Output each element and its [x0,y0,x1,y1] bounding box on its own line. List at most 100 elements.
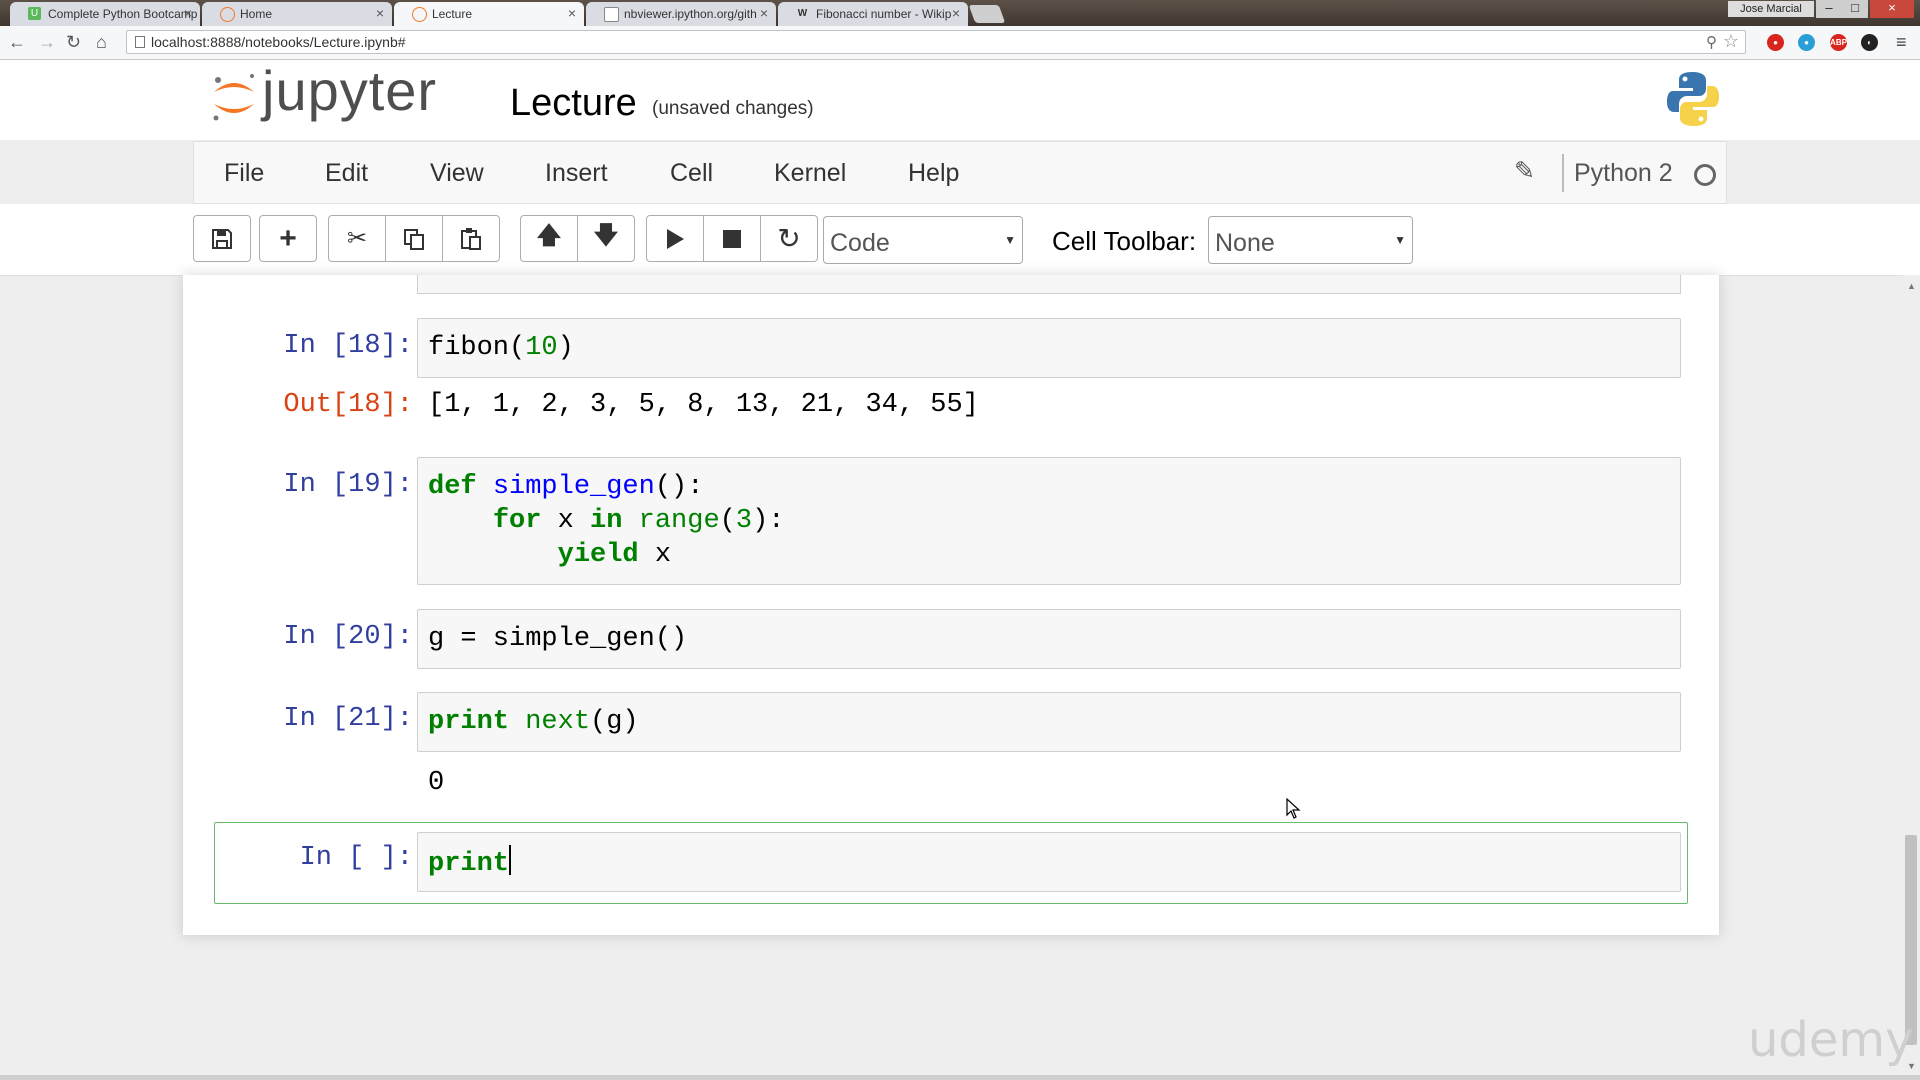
url-field[interactable]: localhost:8888/notebooks/Lecture.ipynb# … [126,30,1746,54]
jupyter-icon [220,7,235,22]
cell-toolbar-select[interactable]: None ▼ [1208,216,1413,264]
chevron-down-icon: ▼ [1394,233,1406,247]
menu-cell[interactable]: Cell [670,159,713,188]
code-cell-input[interactable]: print next(g) [417,692,1681,752]
menu-view[interactable]: View [430,159,484,188]
input-prompt: In [ ]: [299,843,413,873]
kernel-name[interactable]: Python 2 [1574,159,1673,188]
move-down-button[interactable]: 🡇 [577,215,635,262]
copy-icon [404,228,424,250]
code-cell-input[interactable]: g = simple_gen() [417,609,1681,669]
code-cell-input[interactable]: fibon(10) [417,318,1681,378]
menu-help[interactable]: Help [908,159,959,188]
close-tab-icon[interactable]: × [376,5,384,21]
wikipedia-icon: W [797,8,808,19]
home-icon[interactable]: ⌂ [96,32,107,53]
address-bar: ← → ↻ ⌂ localhost:8888/notebooks/Lecture… [0,26,1920,60]
input-prompt: In [19]: [283,470,413,500]
save-button[interactable] [193,215,251,262]
cell-output: [1, 1, 2, 3, 5, 8, 13, 21, 34, 55] [428,390,979,420]
insert-cell-button[interactable]: + [259,215,317,262]
play-icon [667,228,684,249]
notebook-toolbar: + ✂ 🡅 🡇 ↻ Code ▼ Cell Toolbar: None ▼ [0,204,1920,276]
cut-button[interactable]: ✂ [328,215,386,262]
page-icon [135,36,145,48]
plus-icon: + [279,221,297,255]
browser-user[interactable]: Jose Marcial [1728,1,1814,17]
close-tab-icon[interactable]: × [568,5,576,21]
browser-tab-5[interactable]: W Fibonacci number - Wikip × [778,2,968,26]
jupyter-icon [412,7,427,22]
extension-blue-icon[interactable]: ● [1798,34,1815,51]
text-cursor [509,845,512,875]
extension-dark-icon[interactable]: ◐ [1861,34,1878,51]
menubar: File Edit View Insert Cell Kernel Help ✎… [193,141,1727,204]
page-scrollbar[interactable]: ▲ ▼ [1903,275,1920,1080]
code-cell-input[interactable]: print [417,832,1681,892]
paste-button[interactable] [442,215,500,262]
output-prompt: Out[18]: [283,390,413,420]
code-text: g = simple_gen() [428,624,688,654]
code-cell-input[interactable]: def simple_gen(): for x in range(3): yie… [417,457,1681,585]
close-tab-icon[interactable]: × [760,5,768,21]
scroll-up-icon[interactable]: ▲ [1907,281,1916,291]
browser-tab-3[interactable]: Lecture × [394,2,584,26]
move-up-button[interactable]: 🡅 [520,215,578,262]
browser-tab-bar: U Complete Python Bootcamp × Home × Lect… [0,0,1920,26]
input-prompt: In [21]: [283,704,413,734]
cell-type-value: Code [830,229,890,257]
previous-cell-input[interactable] [417,275,1681,294]
menu-file[interactable]: File [224,159,264,188]
adblock-icon[interactable]: ABP [1830,34,1847,51]
minimize-button[interactable]: – [1816,0,1842,18]
save-icon [212,228,232,249]
close-window-button[interactable]: × [1870,0,1914,18]
autosave-status: (unsaved changes) [652,98,814,119]
mouse-pointer-icon [1286,798,1301,819]
browser-tab-2[interactable]: Home × [202,2,392,26]
cell-toolbar-value: None [1215,229,1275,257]
reload-icon[interactable]: ↻ [66,32,81,53]
browser-menu-icon[interactable]: ≡ [1896,32,1907,53]
close-tab-icon[interactable]: × [952,5,960,21]
stop-icon [723,229,741,248]
menu-insert[interactable]: Insert [545,159,608,188]
scissors-icon: ✂ [346,225,368,252]
jupyter-brand[interactable]: jupyter [262,58,437,123]
maximize-button[interactable]: □ [1842,0,1868,18]
chevron-down-icon: ▼ [1004,233,1016,247]
arrow-down-icon: 🡇 [593,222,619,249]
restart-kernel-button[interactable]: ↻ [760,215,818,262]
extension-red-icon[interactable]: ● [1767,34,1784,51]
udemy-watermark: udemy [1748,1012,1914,1068]
code-text: print next(g) [428,707,639,737]
menu-kernel[interactable]: Kernel [774,159,846,188]
code-keyword: print [428,849,510,879]
bookmark-star-icon[interactable]: ☆ [1723,31,1739,52]
kernel-status-icon [1694,164,1716,186]
back-icon[interactable]: ← [8,32,26,53]
udemy-icon: U [28,7,41,20]
jupyter-logo-icon[interactable] [210,72,258,124]
cell-toolbar-label: Cell Toolbar: [1052,226,1197,256]
cell-type-select[interactable]: Code ▼ [823,216,1023,264]
notebook-container: In [18]: fibon(10) Out[18]: [1, 1, 2, 3,… [183,275,1719,935]
forward-icon[interactable]: → [38,32,56,53]
browser-tab-1[interactable]: U Complete Python Bootcamp × [10,2,200,26]
copy-button[interactable] [385,215,443,262]
new-tab-button[interactable] [968,5,1006,23]
close-tab-icon[interactable]: × [184,5,192,21]
zoom-icon[interactable]: ⚲ [1706,33,1717,51]
bottom-border [0,1075,1920,1080]
arrow-up-icon: 🡅 [536,222,562,249]
notebook-name[interactable]: Lecture [510,82,637,125]
divider [1562,154,1564,192]
tab-label: Home [240,7,273,21]
interrupt-kernel-button[interactable] [703,215,761,262]
run-cell-button[interactable] [646,215,704,262]
code-text: fibon(10) [428,333,574,363]
edit-pencil-icon[interactable]: ✎ [1514,156,1535,186]
browser-tab-4[interactable]: nbviewer.ipython.org/gith × [586,2,776,26]
menu-edit[interactable]: Edit [325,159,368,188]
paste-icon [461,227,481,250]
